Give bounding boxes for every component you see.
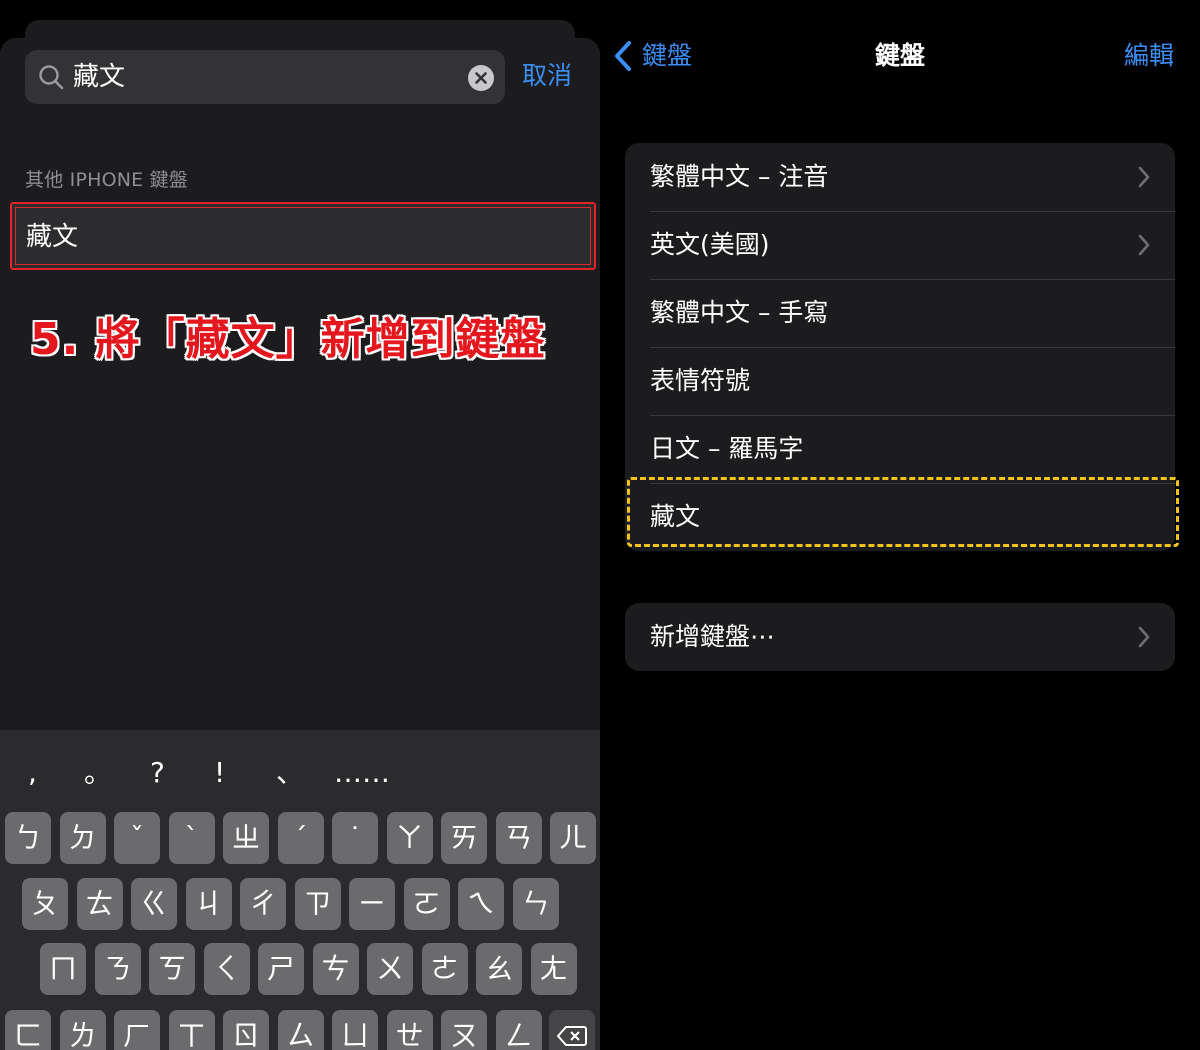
edit-button[interactable]: 編輯: [1124, 40, 1174, 72]
zhuyin-key[interactable]: ㄡ: [441, 1010, 487, 1050]
zhuyin-key[interactable]: ㄥ: [495, 1010, 542, 1050]
zhuyin-key[interactable]: ㄍ: [131, 878, 177, 930]
keyboard-row-emoji[interactable]: 表情符號: [625, 347, 1175, 415]
zhuyin-key[interactable]: ㄌ: [59, 1010, 106, 1050]
zhuyin-key[interactable]: ㄦ: [550, 812, 596, 864]
zhuyin-key[interactable]: ㄝ: [386, 1010, 433, 1050]
zhuyin-key[interactable]: ㄟ: [458, 878, 504, 930]
zhuyin-key[interactable]: ㄜ: [421, 943, 468, 995]
keyboard-row-english[interactable]: 英文(美國): [625, 211, 1175, 279]
add-keyboard-screen: 藏文 取消 其他 IPHONE 鍵盤 藏文 5. 將「藏文」新增到鍵盤 , 。 …: [0, 0, 600, 1050]
zhuyin-key[interactable]: ㄏ: [114, 1010, 160, 1050]
zhuyin-key[interactable]: ˋ: [168, 812, 215, 864]
zhuyin-key[interactable]: ㄓ: [223, 812, 269, 864]
punct-key[interactable]: 、: [276, 756, 304, 790]
punct-key[interactable]: 。: [84, 756, 112, 790]
keyboard-row-label: 英文(美國): [650, 230, 770, 259]
keyboard-row-zhuyin[interactable]: 繁體中文 – 注音: [625, 143, 1175, 211]
zhuyin-key[interactable]: ㄛ: [403, 878, 450, 930]
keyboard-row-label: 日文 – 羅馬字: [650, 434, 804, 463]
zhuyin-key[interactable]: ㄉ: [59, 812, 106, 864]
zhuyin-key[interactable]: ㄎ: [149, 943, 195, 995]
zhuyin-key[interactable]: ㄨ: [367, 943, 413, 995]
zhuyin-key[interactable]: ㄞ: [441, 812, 487, 864]
result-highlight-frame: [15, 207, 591, 265]
zhuyin-key[interactable]: ㄧ: [349, 878, 395, 930]
clear-icon[interactable]: [468, 65, 494, 91]
zhuyin-key[interactable]: ㄖ: [223, 1010, 269, 1050]
step-annotation: 5. 將「藏文」新增到鍵盤: [30, 314, 546, 365]
zhuyin-key[interactable]: ˇ: [114, 812, 160, 864]
cancel-button[interactable]: 取消: [522, 58, 572, 94]
punctuation-row: , 。 ? ! 、 ……: [0, 748, 600, 798]
zhuyin-key[interactable]: ㄗ: [294, 878, 341, 930]
delete-key[interactable]: [549, 1010, 595, 1050]
zhuyin-key[interactable]: ㄙ: [277, 1010, 324, 1050]
zhuyin-key[interactable]: ˙: [332, 812, 378, 864]
keyboard-row-label: 表情符號: [650, 366, 751, 395]
zhuyin-key[interactable]: ㄆ: [22, 878, 68, 930]
zhuyin-key[interactable]: ㄔ: [240, 878, 286, 930]
chevron-right-icon: [1138, 234, 1150, 256]
keyboard-row-japanese-romaji[interactable]: 日文 – 羅馬字: [625, 415, 1175, 483]
zhuyin-key[interactable]: ㄋ: [94, 943, 141, 995]
zhuyin-key[interactable]: ㄩ: [332, 1010, 378, 1050]
zhuyin-key[interactable]: ㄒ: [168, 1010, 215, 1050]
zhuyin-key[interactable]: ㄈ: [5, 1010, 51, 1050]
zhuyin-key[interactable]: ㄐ: [185, 878, 232, 930]
punct-key[interactable]: !: [214, 756, 225, 790]
search-query[interactable]: 藏文: [73, 61, 125, 93]
search-icon: [39, 65, 64, 90]
add-keyboard-button[interactable]: 新增鍵盤⋯: [625, 603, 1175, 671]
zhuyin-keyboard: , 。 ? ! 、 …… ㄅㄉ ˇ ˋ ㄓ ˊ ˙ ㄚㄞㄢㄦ ㄆㄊㄍㄐㄔㄗㄧㄛㄟㄣ ㄇㄋㄎㄑ…: [0, 730, 600, 1050]
punct-key[interactable]: ……: [334, 756, 390, 790]
search-result-tibetan[interactable]: 藏文: [10, 202, 596, 270]
zhuyin-key[interactable]: ㄅ: [5, 812, 51, 864]
page-title: 鍵盤: [874, 41, 925, 70]
search-result-label: 藏文: [26, 222, 79, 252]
zhuyin-key[interactable]: ㄢ: [495, 812, 542, 864]
delete-icon: [557, 1026, 587, 1046]
zhuyin-key[interactable]: ㄑ: [203, 943, 250, 995]
zhuyin-key[interactable]: ㄚ: [386, 812, 433, 864]
chevron-right-icon: [1138, 626, 1150, 648]
add-keyboard-group: 新增鍵盤⋯: [625, 603, 1175, 671]
zhuyin-key[interactable]: ˊ: [277, 812, 324, 864]
keyboard-row-handwriting[interactable]: 繁體中文 – 手寫: [625, 279, 1175, 347]
search-input[interactable]: 藏文: [25, 50, 505, 104]
add-keyboard-label: 新增鍵盤⋯: [650, 622, 776, 651]
keyboard-row-label: 繁體中文 – 手寫: [650, 298, 829, 327]
chevron-right-icon: [1138, 166, 1150, 188]
punct-key[interactable]: ?: [150, 756, 165, 790]
zhuyin-key[interactable]: ㄣ: [512, 878, 559, 930]
section-header: 其他 IPHONE 鍵盤: [25, 169, 189, 191]
added-keyboard-highlight: [627, 477, 1179, 547]
zhuyin-key[interactable]: ㄘ: [312, 943, 359, 995]
zhuyin-key[interactable]: ㄊ: [76, 878, 123, 930]
zhuyin-key[interactable]: ㄠ: [476, 943, 522, 995]
zhuyin-key[interactable]: ㄤ: [530, 943, 577, 995]
punct-key[interactable]: ,: [28, 756, 37, 790]
zhuyin-key[interactable]: ㄕ: [258, 943, 304, 995]
keyboard-row-label: 繁體中文 – 注音: [650, 162, 829, 191]
zhuyin-key[interactable]: ㄇ: [40, 943, 86, 995]
